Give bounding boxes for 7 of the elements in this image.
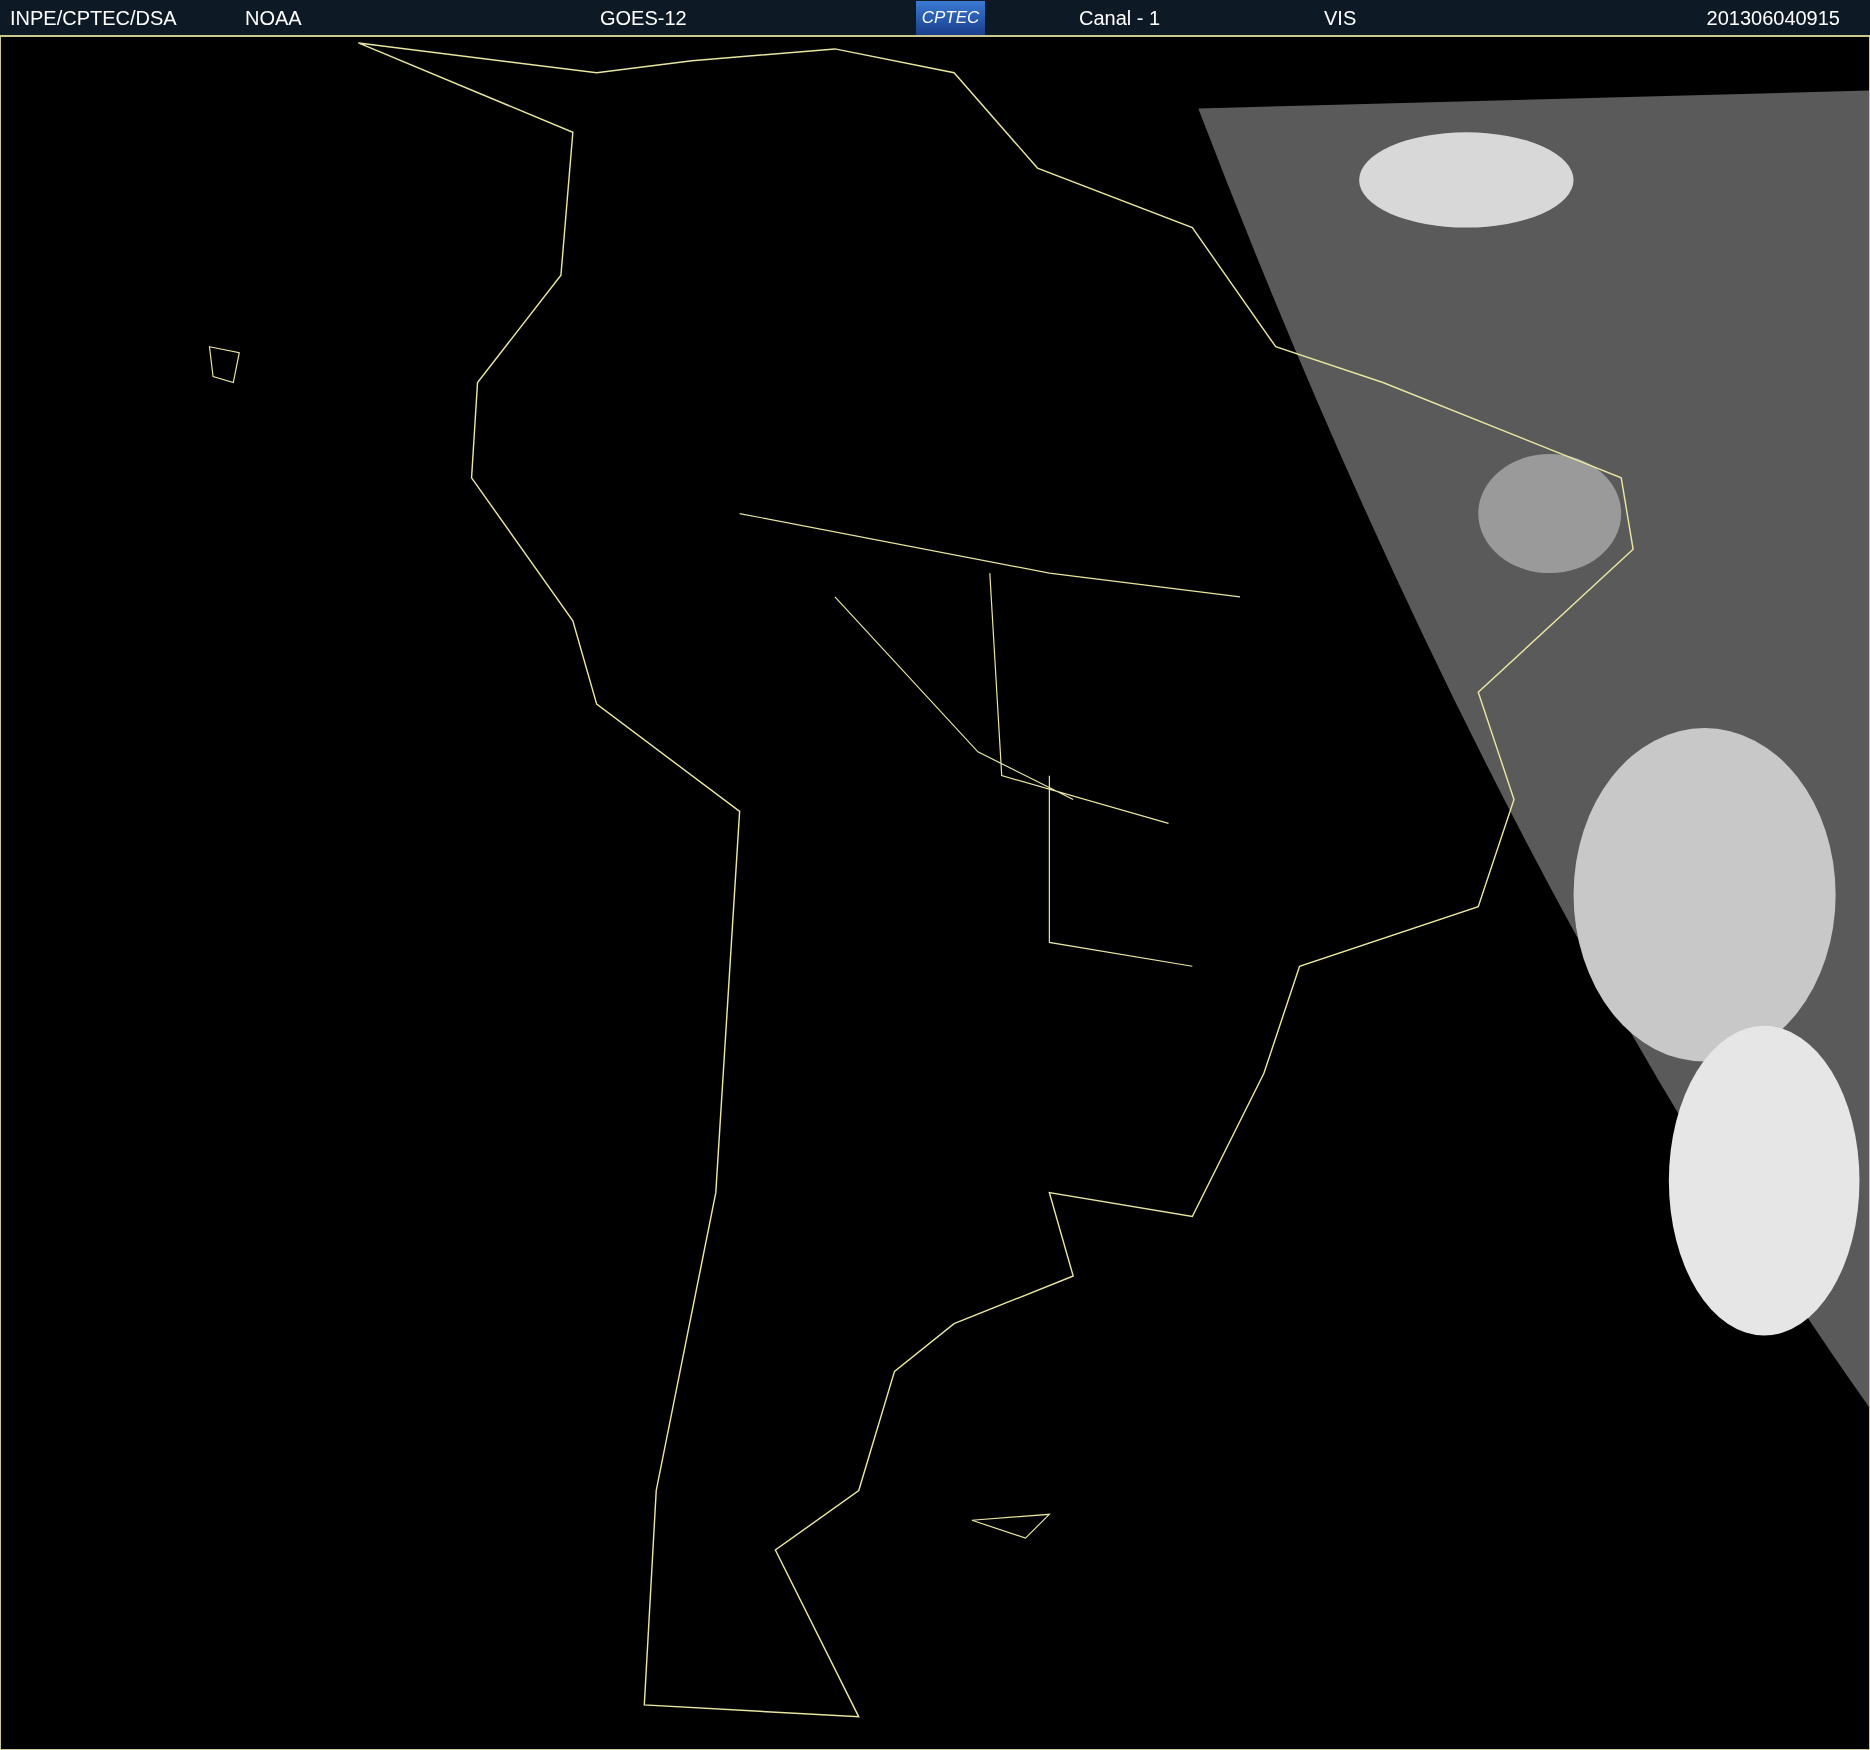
source-label: INPE/CPTEC/DSA [10, 5, 178, 31]
logo: CPTEC [916, 0, 985, 35]
timestamp-label: 201306040915 [1706, 5, 1840, 31]
channel-label: Canal - 1 [1079, 5, 1162, 31]
agency-label: NOAA [245, 5, 303, 31]
satellite-label: GOES-12 [600, 5, 688, 31]
band-label: VIS [1324, 5, 1357, 31]
